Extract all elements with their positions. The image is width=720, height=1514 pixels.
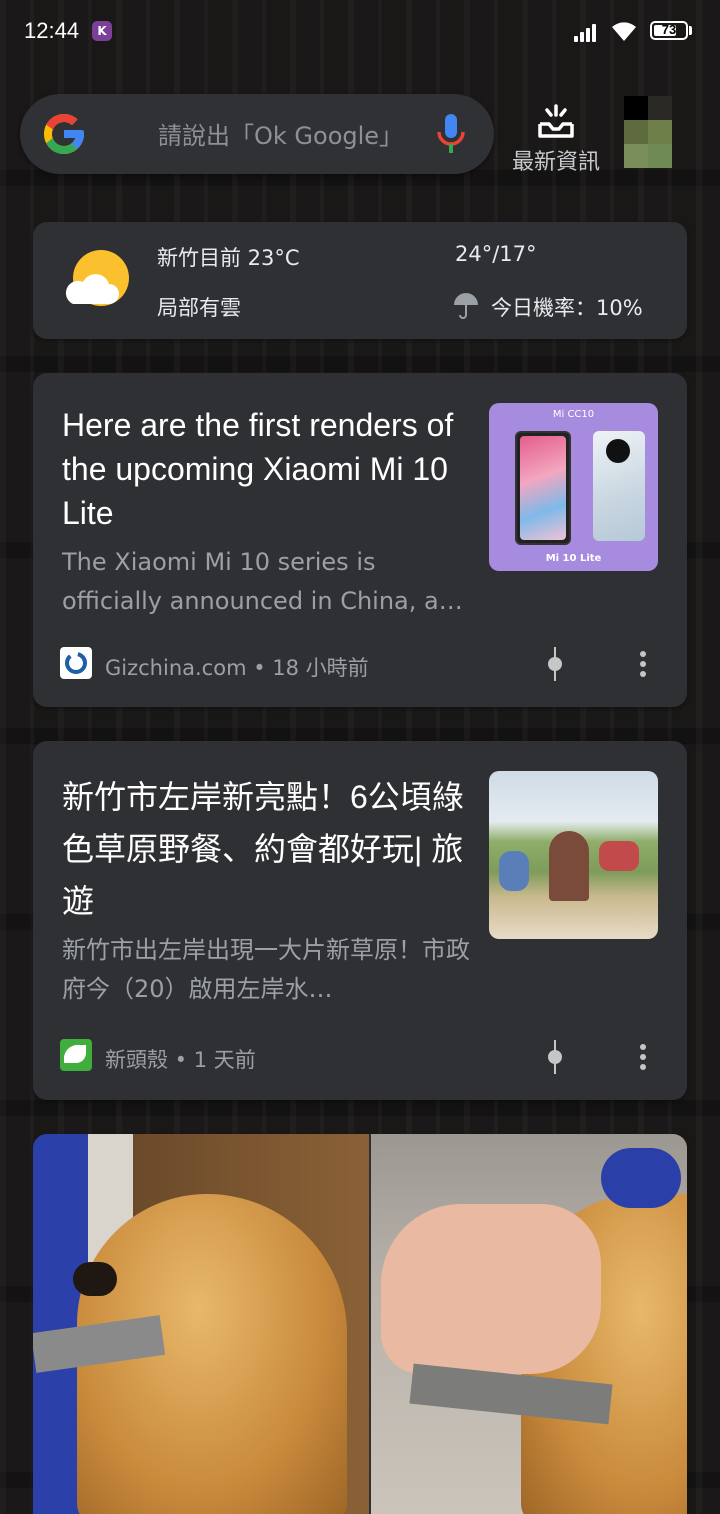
article-source: Gizchina.com • 18 小時前	[105, 656, 369, 680]
article-thumbnail[interactable]	[489, 771, 658, 939]
thumbnail-caption-bottom: Mi 10 Lite	[545, 553, 602, 564]
source-logo-icon	[60, 1039, 92, 1071]
battery-nub	[689, 26, 692, 35]
article-title[interactable]: Here are the first renders of the upcomi…	[62, 403, 462, 535]
weather-card[interactable]: 新竹目前 23°C 局部有雲 24°/17° 今日機率：10%	[33, 222, 687, 339]
battery-icon: 73	[650, 21, 688, 40]
latest-news-label: 最新資訊	[511, 150, 600, 175]
status-time: 12:44	[24, 18, 80, 43]
wifi-icon	[612, 22, 636, 41]
article-thumbnail[interactable]: Mi CC10 Mi 10 Lite	[489, 403, 658, 571]
phone-front-image	[515, 431, 571, 545]
article-card[interactable]: Here are the first renders of the upcomi…	[33, 373, 687, 707]
signal-icon	[574, 22, 600, 42]
weather-rain-chance: 今日機率：10%	[491, 296, 643, 320]
more-options-icon[interactable]	[633, 1042, 653, 1072]
interest-control-icon[interactable]	[545, 1040, 565, 1074]
dog-image-left[interactable]	[33, 1134, 369, 1514]
latest-news-button[interactable]: 最新資訊	[506, 100, 606, 176]
news-tray-icon	[538, 104, 574, 138]
picnic-people-image	[549, 831, 589, 901]
dog-image-right[interactable]	[371, 1134, 687, 1514]
article-snippet: The Xiaomi Mi 10 series is officially an…	[62, 548, 463, 615]
notification-app-icon: K	[92, 21, 112, 41]
search-input[interactable]: 請說出「Ok Google」	[158, 116, 403, 151]
weather-condition: 局部有雲	[157, 296, 241, 320]
article-title[interactable]: 新竹市左岸新亮點！6公頃綠色草原野餐、約會都好玩| 旅遊	[62, 771, 472, 927]
umbrella-icon	[454, 293, 478, 319]
google-logo-icon	[44, 114, 84, 154]
account-avatar[interactable]	[624, 96, 672, 168]
weather-high-low: 24°/17°	[455, 242, 537, 266]
weather-location-temp: 新竹目前 23°C	[157, 246, 300, 270]
battery-level: 73	[661, 22, 677, 37]
article-source: 新頭殼 • 1 天前	[105, 1048, 256, 1072]
article-snippet: 新竹市出左岸出現一大片新草原！市政府今（20）啟用左岸水…	[62, 936, 470, 1003]
phone-back-image	[593, 431, 645, 541]
mic-icon[interactable]	[434, 112, 468, 156]
interest-control-icon[interactable]	[545, 647, 565, 681]
source-logo-icon	[60, 647, 92, 679]
google-search-bar[interactable]: 請說出「Ok Google」	[20, 94, 494, 174]
media-card[interactable]	[33, 1134, 687, 1514]
partly-cloudy-icon	[65, 250, 129, 306]
article-card[interactable]: 新竹市左岸新亮點！6公頃綠色草原野餐、約會都好玩| 旅遊 新竹市出左岸出現一大片…	[33, 741, 687, 1100]
thumbnail-caption-top: Mi CC10	[552, 409, 595, 420]
more-options-icon[interactable]	[633, 649, 653, 679]
status-bar: 12:44 K 73	[0, 0, 720, 64]
